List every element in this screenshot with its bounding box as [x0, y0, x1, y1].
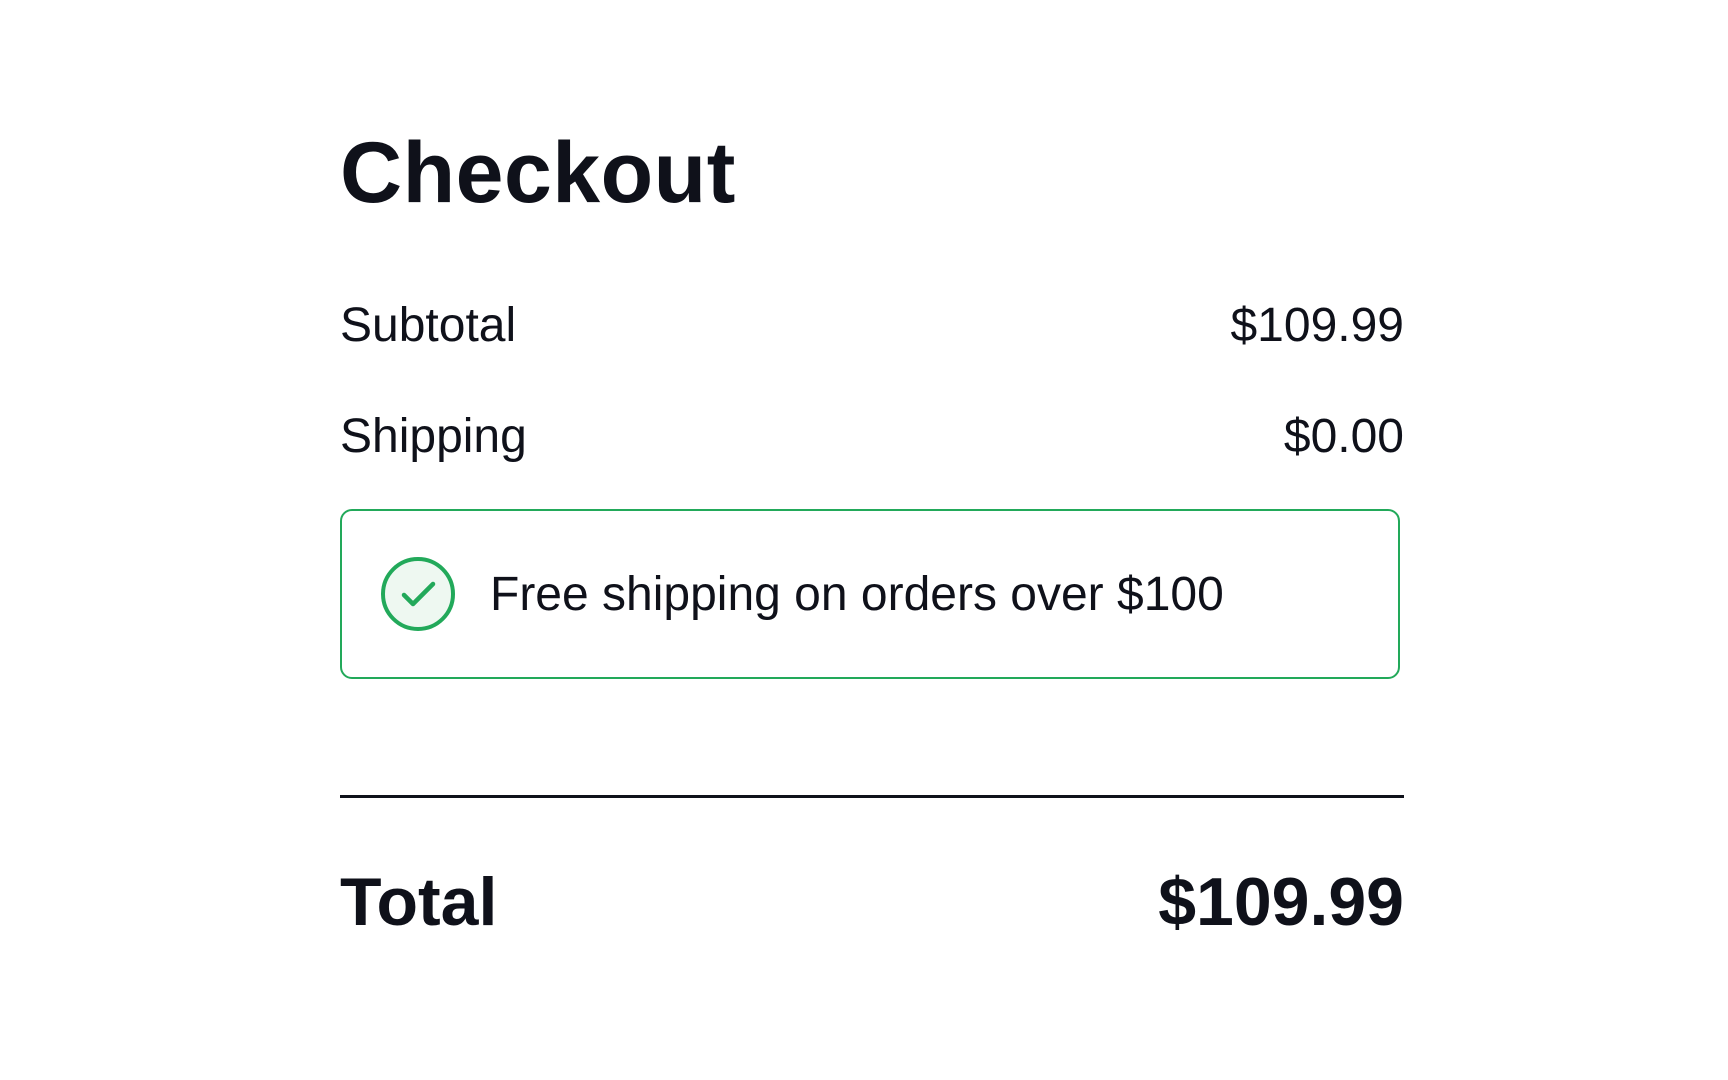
page-title: Checkout [340, 125, 736, 221]
check-circle-icon [380, 556, 456, 632]
free-shipping-notice: Free shipping on orders over $100 [340, 509, 1400, 679]
total-label: Total [340, 864, 498, 940]
shipping-label: Shipping [340, 409, 527, 463]
subtotal-row: Subtotal $109.99 [340, 295, 1404, 355]
total-value: $109.99 [1158, 864, 1404, 940]
subtotal-label: Subtotal [340, 298, 517, 352]
shipping-value: $0.00 [1283, 409, 1404, 463]
subtotal-value: $109.99 [1230, 298, 1404, 352]
summary-divider [340, 795, 1404, 798]
shipping-row: Shipping $0.00 [340, 406, 1404, 466]
free-shipping-text: Free shipping on orders over $100 [490, 567, 1224, 621]
total-row: Total $109.99 [340, 862, 1404, 942]
